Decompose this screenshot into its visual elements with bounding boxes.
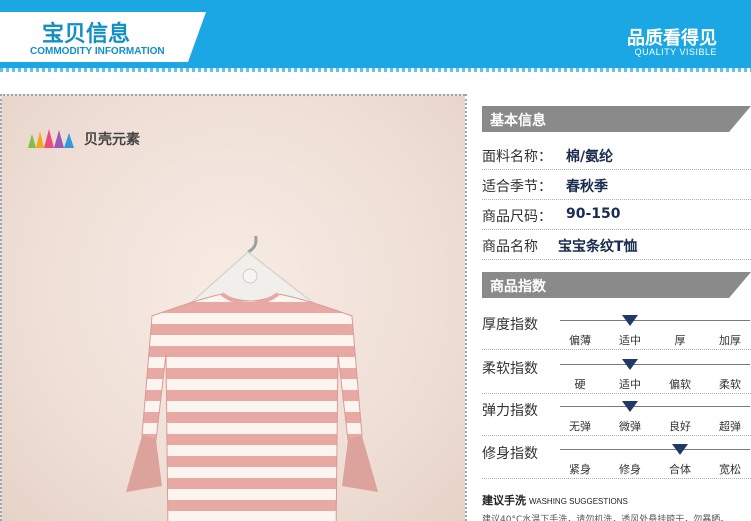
info-label: 商品名称 — [482, 239, 538, 255]
basic-info-heading: 基本信息 — [482, 106, 751, 132]
index-options: 紧身 修身 合体 宽松 — [560, 461, 751, 477]
index-option: 宽松 — [719, 463, 741, 476]
index-scale-line — [560, 449, 750, 450]
info-row-season: 适合季节： 春秋季 — [482, 170, 751, 200]
index-option: 柔软 — [719, 378, 741, 391]
header-stripe — [0, 68, 751, 72]
info-row-fabric: 面料名称： 棉/氨纶 — [482, 140, 751, 170]
section-title-en: COMMODITY INFORMATION — [30, 46, 165, 57]
index-scale-line — [560, 320, 750, 321]
slogan-en: QUALITY VISIBLE — [634, 47, 717, 57]
info-label: 适合季节： — [482, 179, 552, 195]
panel-divider — [465, 94, 467, 521]
info-value: 宝宝条纹T恤 — [558, 239, 638, 255]
index-heading: 商品指数 — [482, 272, 751, 298]
index-option: 良好 — [669, 420, 691, 433]
index-title: 商品指数 — [490, 279, 546, 295]
index-option: 硬 — [574, 378, 586, 391]
product-photo: 贝壳元素 — [0, 94, 465, 521]
index-scale-line — [560, 364, 750, 365]
index-options: 无弹 微弹 良好 超弹 — [560, 418, 751, 434]
index-options: 硬 适中 偏软 柔软 — [560, 376, 751, 392]
brand-name: 贝壳元素 — [84, 132, 140, 148]
index-option: 紧身 — [569, 463, 591, 476]
index-options: 偏薄 适中 厚 加厚 — [560, 332, 751, 348]
index-option: 适中 — [619, 334, 641, 347]
index-option: 无弹 — [569, 420, 591, 433]
index-label: 弹力指数 — [482, 403, 538, 419]
washing-title: 建议手洗 WASHING SUGGESTIONS — [482, 494, 628, 507]
index-marker-icon — [672, 444, 688, 455]
index-marker-icon — [622, 401, 638, 412]
index-option: 超弹 — [719, 420, 741, 433]
commodity-info-page: 宝贝信息 COMMODITY INFORMATION 品质看得见 QUALITY… — [0, 0, 751, 521]
info-row-size: 商品尺码： 90-150 — [482, 200, 751, 230]
index-scale-line — [560, 406, 750, 407]
index-option: 加厚 — [719, 334, 741, 347]
index-option: 偏软 — [669, 378, 691, 391]
info-label: 商品尺码： — [482, 209, 552, 225]
index-option: 适中 — [619, 378, 641, 391]
index-marker-icon — [622, 315, 638, 326]
index-option: 修身 — [619, 463, 641, 476]
index-label: 柔软指数 — [482, 361, 538, 377]
index-row: 弹力指数无弹 微弹 良好 超弹 — [482, 394, 751, 436]
basic-info-title: 基本信息 — [490, 113, 546, 129]
info-value: 90-150 — [566, 206, 621, 222]
index-row: 柔软指数硬 适中 偏软 柔软 — [482, 352, 751, 394]
info-value: 春秋季 — [566, 179, 608, 195]
striped-shirt-image — [126, 236, 378, 521]
index-label: 厚度指数 — [482, 317, 538, 333]
info-label: 面料名称： — [482, 149, 552, 165]
brand-logo: 贝壳元素 — [24, 128, 140, 150]
index-option: 微弹 — [619, 420, 641, 433]
washing-text: 建议40°C水温下手洗，请勿机洗，透风处悬挂晾干，勿暴晒。 — [482, 515, 730, 521]
index-option: 偏薄 — [569, 334, 591, 347]
index-row: 修身指数紧身 修身 合体 宽松 — [482, 437, 751, 479]
title-notch — [188, 12, 206, 62]
index-option: 合体 — [669, 463, 691, 476]
info-value: 棉/氨纶 — [566, 149, 614, 165]
index-row: 厚度指数偏薄 适中 厚 加厚 — [482, 308, 751, 350]
colorful-shell-logo-icon — [28, 129, 74, 148]
index-option: 厚 — [674, 334, 686, 347]
index-label: 修身指数 — [482, 446, 538, 462]
section-title: 宝贝信息 — [42, 22, 131, 47]
info-panel: 基本信息 面料名称： 棉/氨纶 适合季节： 春秋季 商品尺码： 90-150 商… — [470, 94, 751, 521]
info-row-name: 商品名称 宝宝条纹T恤 — [482, 230, 751, 260]
washing-suggestions: 建议手洗 WASHING SUGGESTIONS 建议40°C水温下手洗，请勿机洗… — [482, 492, 751, 521]
index-marker-icon — [622, 359, 638, 370]
